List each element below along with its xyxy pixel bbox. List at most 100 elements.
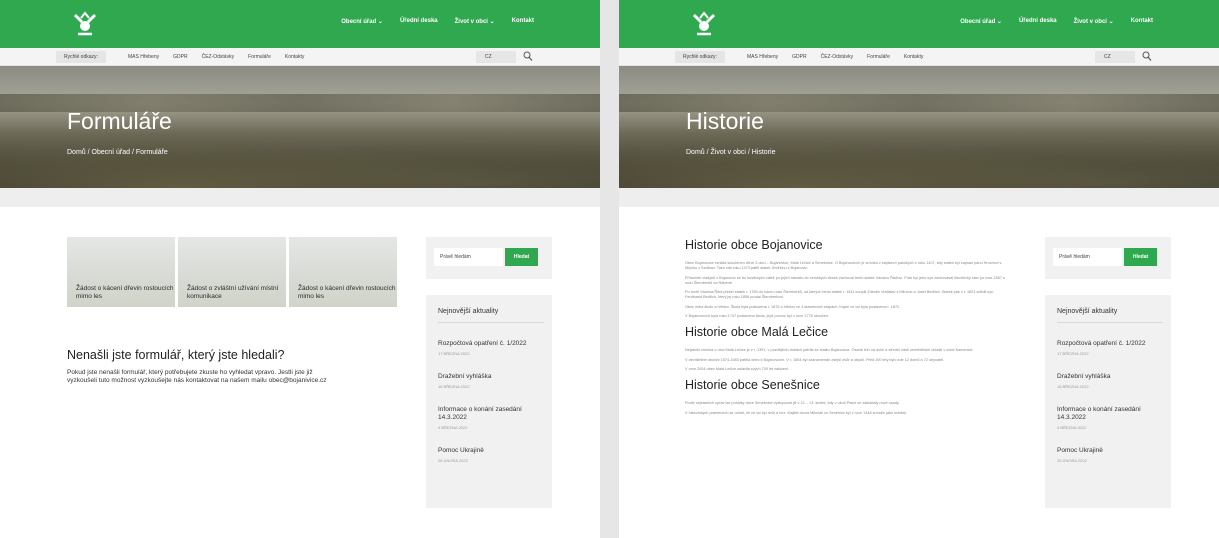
quick-link-kontakty[interactable]: Kontakty: [285, 51, 304, 63]
search-input[interactable]: Právě hledám: [1053, 248, 1122, 266]
news-item-date: 28 ÚNORA 2022: [1057, 458, 1087, 463]
not-found-text: Pokud jste nenašli formulář, který potře…: [67, 369, 327, 384]
quick-link-kontakty[interactable]: Kontakty: [904, 51, 923, 63]
sidebar: Právě hledám Hledat Nejnovější aktuality…: [426, 237, 552, 508]
news-item-title[interactable]: Informace o konání zasedání 14.3.2022: [1057, 406, 1171, 422]
nav-uredni-deska[interactable]: Úřední deska: [1019, 18, 1057, 25]
news-item-date: 16 BŘEZNA 2022: [438, 384, 470, 389]
form-card[interactable]: Žádost o kácení dřevin rostoucích mimo l…: [67, 237, 175, 307]
news-item[interactable]: Dražební vyhláška 16 BŘEZNA 2022: [1057, 373, 1171, 389]
sidebar-search: Právě hledám Hledat: [426, 237, 552, 279]
page-formulare: Obecní úřad ⌄ Úřední deska Život v obci …: [0, 0, 600, 538]
news-item-date: 17 BŘEZNA 2022: [1057, 351, 1089, 356]
section-paragraph: V devítiletém období 1574-1583 patřila o…: [685, 357, 945, 362]
nav-obecni-urad[interactable]: Obecní úřad ⌄: [960, 18, 1002, 25]
quick-links: MAS Hřebeny GDPR ČEZ-Odstávky Formuláře …: [747, 51, 923, 63]
quick-link-gdpr[interactable]: GDPR: [173, 51, 187, 63]
search-input[interactable]: Právě hledám: [434, 248, 503, 266]
search-button[interactable]: Hledat: [505, 248, 538, 266]
sidebar: Právě hledám Hledat Nejnovější aktuality…: [1045, 237, 1171, 508]
nav-kontakt[interactable]: Kontakt: [1131, 18, 1153, 25]
form-card-title: Žádost o zvláštní užívání místní komunik…: [187, 285, 279, 300]
nav-obecni-urad[interactable]: Obecní úřad ⌄: [341, 18, 383, 25]
section-paragraph: V historických pramenech se uvádí, že ve…: [685, 410, 908, 415]
news-item-title[interactable]: Dražební vyhláška: [438, 373, 552, 381]
screenshot-canvas: Obecní úřad ⌄ Úřední deska Život v obci …: [0, 0, 1219, 538]
section-paragraph: Přídomek vladyků z Bojanovic se do husit…: [685, 275, 1006, 285]
section-heading: Historie obce Bojanovice: [685, 238, 823, 252]
news-item[interactable]: Rozpočtová opatření č. 1/2022 17 BŘEZNA …: [1057, 340, 1171, 356]
section-heading: Historie obce Senešnice: [685, 378, 820, 393]
quick-link-formulare[interactable]: Formuláře: [248, 51, 271, 63]
form-card-title: Žádost o kácení dřevin rostoucích mimo l…: [76, 285, 174, 300]
divider-band: [619, 188, 1219, 207]
language-select[interactable]: CZ: [476, 51, 516, 63]
language-select[interactable]: CZ: [1095, 51, 1135, 63]
news-item[interactable]: Rozpočtová opatření č. 1/2022 17 BŘEZNA …: [438, 340, 552, 356]
quick-link-mas-hrebeny[interactable]: MAS Hřebeny: [128, 51, 159, 63]
news-item-date: 4 BŘEZNA 2022: [1057, 425, 1087, 430]
news-item[interactable]: Informace o konání zasedání 14.3.2022 4 …: [1057, 406, 1171, 430]
quick-links-label: Rychlé odkazy:: [56, 51, 106, 63]
quick-link-mas-hrebeny[interactable]: MAS Hřebeny: [747, 51, 778, 63]
news-item[interactable]: Pomoc Ukrajině 28 ÚNORA 2022: [438, 447, 552, 463]
section-heading: Historie obce Malá Lečice: [685, 325, 829, 340]
latest-news: Nejnovější aktuality Rozpočtová opatření…: [1045, 295, 1171, 508]
news-item[interactable]: Dražební vyhláška 16 BŘEZNA 2022: [438, 373, 552, 389]
nav-kontakt[interactable]: Kontakt: [512, 18, 534, 25]
quick-link-cez-odstavky[interactable]: ČEZ-Odstávky: [202, 51, 235, 63]
news-item-title[interactable]: Rozpočtová opatření č. 1/2022: [438, 340, 552, 348]
latest-news-title: Nejnovější aktuality: [438, 308, 544, 323]
news-item[interactable]: Pomoc Ukrajině 28 ÚNORA 2022: [1057, 447, 1171, 463]
section-paragraph: Obec měla školu a hřbitov. Škola byla po…: [685, 304, 901, 309]
news-item-title[interactable]: Pomoc Ukrajině: [1057, 447, 1171, 455]
news-item-date: 28 ÚNORA 2022: [438, 458, 468, 463]
news-item[interactable]: Informace o konání zasedání 14.3.2022 4 …: [438, 406, 552, 430]
quick-link-formulare[interactable]: Formuláře: [867, 51, 890, 63]
latest-news-title: Nejnovější aktuality: [1057, 308, 1163, 323]
breadcrumb[interactable]: Domů / Život v obci / Historie: [686, 149, 775, 156]
page-title: Formuláře: [67, 108, 172, 134]
section-paragraph: Podle nejstarších zpráv lze počátky obce…: [685, 401, 900, 406]
news-item-title[interactable]: Informace o konání zasedání 14.3.2022: [438, 406, 552, 422]
search-icon[interactable]: [1142, 51, 1152, 62]
search-icon[interactable]: [523, 51, 533, 62]
history-article: Historie obce Bojanovice Obec Bojanovice…: [685, 238, 1009, 420]
form-card[interactable]: Žádost o kácení dřevin rostoucích mimo l…: [289, 237, 397, 307]
quick-links-bar: Rychlé odkazy: MAS Hřebeny GDPR ČEZ-Odst…: [619, 48, 1219, 66]
news-item-date: 4 BŘEZNA 2022: [438, 425, 468, 430]
section-paragraph: Obec Bojanovice vznikla sloučením dříve …: [685, 261, 1002, 271]
page-historie: Obecní úřad ⌄ Úřední deska Život v obci …: [619, 0, 1219, 538]
nav-zivot-v-obci[interactable]: Život v obci ⌄: [1074, 18, 1114, 25]
hero-banner: Formuláře Domů / Obecní úřad / Formuláře: [0, 66, 600, 188]
divider-band: [0, 188, 600, 207]
nav-zivot-v-obci[interactable]: Život v obci ⌄: [455, 18, 495, 25]
main-menu: Obecní úřad ⌄ Úřední deska Život v obci …: [960, 18, 1153, 25]
not-found-heading: Nenašli jste formulář, který jste hledal…: [67, 348, 285, 362]
news-item-title[interactable]: Dražební vyhláška: [1057, 373, 1171, 381]
news-item-title[interactable]: Pomoc Ukrajině: [438, 447, 552, 455]
nav-uredni-deska[interactable]: Úřední deska: [400, 18, 438, 25]
top-navbar: Obecní úřad ⌄ Úřední deska Život v obci …: [619, 0, 1219, 48]
section-paragraph: Po smrti Václava Řádi přešel statek r. 1…: [685, 290, 994, 300]
village-logo[interactable]: [70, 9, 100, 39]
news-item-title[interactable]: Rozpočtová opatření č. 1/2022: [1057, 340, 1171, 348]
latest-news: Nejnovější aktuality Rozpočtová opatření…: [426, 295, 552, 508]
quick-link-gdpr[interactable]: GDPR: [792, 51, 806, 63]
section-paragraph: Nejstarší zmínka o obci Malá Lečice je z…: [685, 348, 974, 353]
form-cards: Žádost o kácení dřevin rostoucích mimo l…: [67, 237, 397, 307]
panel-divider: [600, 0, 619, 538]
top-navbar: Obecní úřad ⌄ Úřední deska Život v obci …: [0, 0, 600, 48]
main-menu: Obecní úřad ⌄ Úřední deska Život v obci …: [341, 18, 534, 25]
village-logo[interactable]: [689, 9, 719, 39]
sidebar-search: Právě hledám Hledat: [1045, 237, 1171, 279]
form-card[interactable]: Žádost o zvláštní užívání místní komunik…: [178, 237, 286, 307]
form-card-title: Žádost o kácení dřevin rostoucích mimo l…: [298, 285, 396, 300]
quick-link-cez-odstavky[interactable]: ČEZ-Odstávky: [821, 51, 854, 63]
quick-links: MAS Hřebeny GDPR ČEZ-Odstávky Formuláře …: [128, 51, 304, 63]
news-item-date: 16 BŘEZNA 2022: [1057, 384, 1089, 389]
hero-banner: Historie Domů / Život v obci / Historie: [619, 66, 1219, 188]
breadcrumb[interactable]: Domů / Obecní úřad / Formuláře: [67, 149, 168, 156]
section-paragraph: V roce 2004 obec Malá Lečice oslavila sv…: [685, 366, 790, 371]
search-button[interactable]: Hledat: [1124, 248, 1157, 266]
